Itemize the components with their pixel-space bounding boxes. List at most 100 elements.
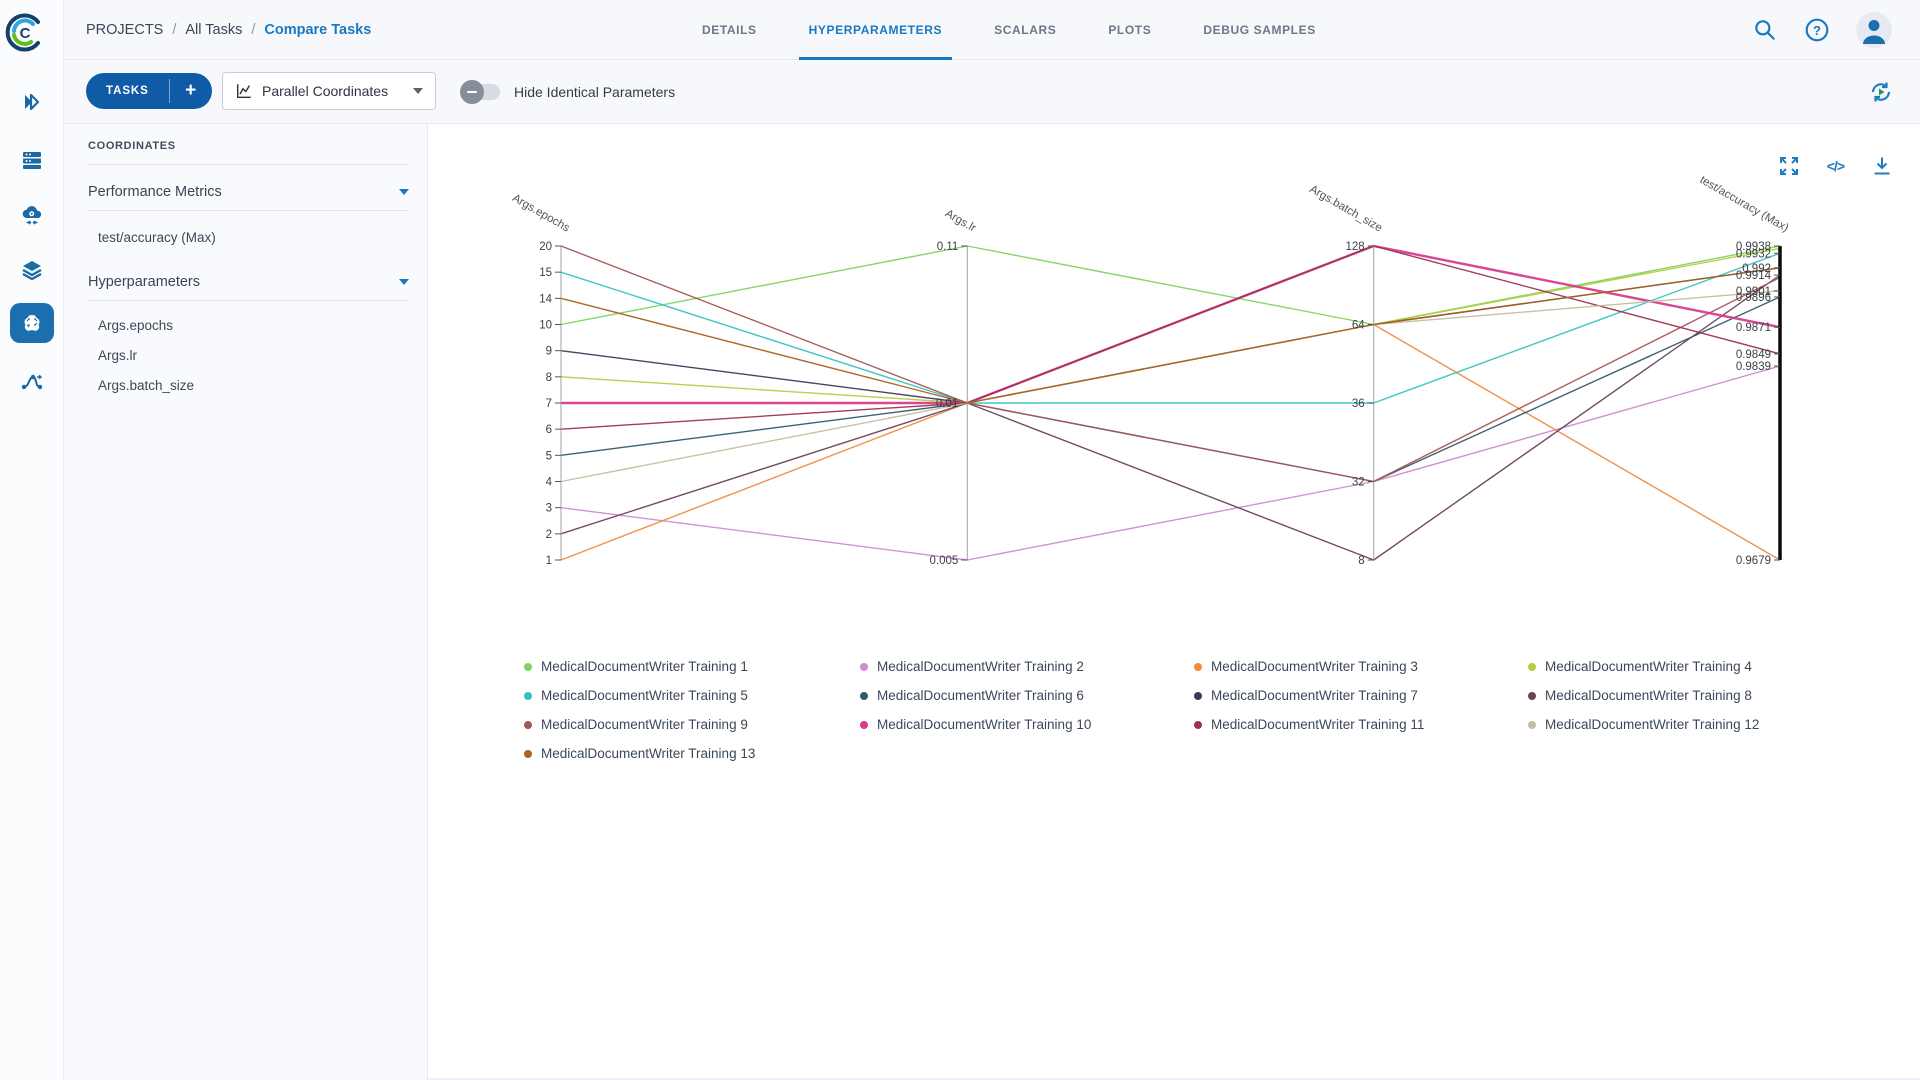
user-icon bbox=[1856, 12, 1892, 48]
axis-tick-label: 14 bbox=[539, 293, 552, 305]
search-icon[interactable] bbox=[1752, 17, 1778, 43]
breadcrumb-separator: / bbox=[251, 22, 255, 38]
legend-item[interactable]: MedicalDocumentWriter Training 4 bbox=[1528, 652, 1894, 681]
legend-item[interactable]: MedicalDocumentWriter Training 3 bbox=[1194, 652, 1528, 681]
legend-item[interactable]: MedicalDocumentWriter Training 1 bbox=[524, 652, 860, 681]
embed-code-icon[interactable]: </> bbox=[1827, 154, 1844, 178]
legend-item[interactable]: MedicalDocumentWriter Training 8 bbox=[1528, 681, 1894, 710]
legend-color-dot bbox=[1528, 692, 1536, 700]
section-label: Performance Metrics bbox=[88, 184, 222, 200]
series-line[interactable] bbox=[561, 291, 1780, 482]
rail-item-queues[interactable] bbox=[0, 138, 64, 182]
view-type-dropdown[interactable]: Parallel Coordinates bbox=[222, 72, 436, 110]
coordinate-item-args-epochs[interactable]: Args.epochs bbox=[98, 318, 173, 333]
legend-item[interactable]: MedicalDocumentWriter Training 11 bbox=[1194, 710, 1528, 739]
maximize-icon[interactable] bbox=[1777, 154, 1801, 178]
tab-bar: DETAILS HYPERPARAMETERS SCALARS PLOTS DEBUG … bbox=[700, 0, 1318, 60]
tab-plots[interactable]: PLOTS bbox=[1106, 0, 1153, 60]
axis-tick-label: 0.9932 bbox=[1736, 248, 1771, 260]
auto-refresh-icon[interactable] bbox=[1866, 77, 1896, 107]
divider bbox=[88, 164, 409, 165]
chart-area: 20151410987654321Args.epochs0.110.010.00… bbox=[428, 124, 1920, 1080]
brain-icon bbox=[20, 311, 44, 335]
toolbar: TASKS + Parallel Coordinates Hide Identi… bbox=[64, 60, 1920, 124]
legend-item[interactable]: MedicalDocumentWriter Training 7 bbox=[1194, 681, 1528, 710]
download-icon[interactable] bbox=[1870, 154, 1894, 178]
series-line[interactable] bbox=[561, 268, 1780, 403]
legend-item[interactable]: MedicalDocumentWriter Training 12 bbox=[1528, 710, 1894, 739]
chart-legend: MedicalDocumentWriter Training 1MedicalD… bbox=[524, 652, 1894, 768]
hide-identical-toggle[interactable] bbox=[462, 84, 500, 100]
legend-color-dot bbox=[524, 750, 532, 758]
legend-item[interactable]: MedicalDocumentWriter Training 10 bbox=[860, 710, 1194, 739]
axis-tick-label: 10 bbox=[539, 320, 552, 332]
legend-item[interactable]: MedicalDocumentWriter Training 5 bbox=[524, 681, 860, 710]
help-icon[interactable]: ? bbox=[1804, 17, 1830, 43]
coordinates-panel-title: COORDINATES bbox=[88, 140, 176, 152]
axis-tick-label: 0.9839 bbox=[1736, 361, 1771, 373]
tasks-button[interactable]: TASKS bbox=[86, 73, 169, 109]
breadcrumb-separator: / bbox=[172, 22, 176, 38]
double-chevron-icon bbox=[20, 90, 44, 114]
axis-tick-label: 15 bbox=[539, 267, 552, 279]
clearml-logo-icon[interactable]: C bbox=[5, 12, 45, 52]
svg-text:?: ? bbox=[1813, 23, 1821, 38]
legend-color-dot bbox=[1194, 692, 1202, 700]
rail-item-pipelines[interactable] bbox=[0, 360, 64, 404]
legend-item[interactable]: MedicalDocumentWriter Training 6 bbox=[860, 681, 1194, 710]
section-label: Hyperparameters bbox=[88, 274, 200, 290]
axis-tick-label: 20 bbox=[539, 241, 552, 253]
divider bbox=[88, 300, 409, 301]
tab-hyperparameters[interactable]: HYPERPARAMETERS bbox=[807, 0, 944, 60]
tab-debug-samples[interactable]: DEBUG SAMPLES bbox=[1201, 0, 1317, 60]
axis-tick-label: 9 bbox=[546, 346, 552, 358]
legend-label: MedicalDocumentWriter Training 9 bbox=[541, 717, 748, 732]
breadcrumb-compare-tasks[interactable]: Compare Tasks bbox=[264, 22, 371, 38]
coordinate-item-args-batch-size[interactable]: Args.batch_size bbox=[98, 378, 194, 393]
legend-label: MedicalDocumentWriter Training 8 bbox=[1545, 688, 1752, 703]
section-performance-metrics[interactable]: Performance Metrics bbox=[88, 181, 409, 203]
axis-tick-label: 4 bbox=[546, 477, 553, 489]
series-line[interactable] bbox=[561, 366, 1780, 560]
coordinate-item-test-accuracy-max-[interactable]: test/accuracy (Max) bbox=[98, 230, 216, 245]
legend-label: MedicalDocumentWriter Training 6 bbox=[877, 688, 1084, 703]
rail-item-datasets[interactable] bbox=[0, 248, 64, 292]
legend-label: MedicalDocumentWriter Training 4 bbox=[1545, 659, 1752, 674]
legend-color-dot bbox=[1528, 663, 1536, 671]
chart-corner-icons: </> bbox=[1777, 154, 1894, 178]
tab-details[interactable]: DETAILS bbox=[700, 0, 759, 60]
view-type-value: Parallel Coordinates bbox=[262, 83, 388, 99]
legend-color-dot bbox=[524, 663, 532, 671]
app-root: C bbox=[0, 0, 1920, 1080]
axis-tick-label: 3 bbox=[546, 503, 552, 515]
rail-item-workers[interactable] bbox=[0, 194, 64, 238]
legend-color-dot bbox=[860, 663, 868, 671]
rail-item-projects-active[interactable] bbox=[0, 301, 64, 345]
axis-title: test/accuracy (Max) bbox=[1698, 174, 1791, 235]
chevron-down-icon bbox=[399, 189, 409, 195]
queues-servers-icon bbox=[20, 148, 44, 172]
axis-tick-label: 8 bbox=[546, 372, 552, 384]
tab-scalars[interactable]: SCALARS bbox=[992, 0, 1058, 60]
axis-tick-label: 64 bbox=[1352, 320, 1365, 332]
breadcrumb-projects[interactable]: PROJECTS bbox=[86, 22, 163, 38]
section-hyperparameters[interactable]: Hyperparameters bbox=[88, 271, 409, 293]
axis-tick-label: 5 bbox=[546, 450, 552, 462]
breadcrumb-all-tasks[interactable]: All Tasks bbox=[185, 22, 242, 38]
add-task-button[interactable]: + bbox=[170, 73, 212, 109]
rail-item-double-chevron[interactable] bbox=[0, 80, 64, 124]
legend-item[interactable]: MedicalDocumentWriter Training 13 bbox=[524, 739, 860, 768]
coordinates-panel: COORDINATES Performance Metrics test/acc… bbox=[64, 124, 428, 1080]
coordinate-item-args-lr[interactable]: Args.lr bbox=[98, 348, 137, 363]
user-avatar[interactable] bbox=[1856, 12, 1892, 48]
legend-item[interactable]: MedicalDocumentWriter Training 9 bbox=[524, 710, 860, 739]
series-line[interactable] bbox=[561, 246, 1780, 429]
axis-tick-label: 0.9896 bbox=[1736, 292, 1771, 304]
legend-color-dot bbox=[1194, 721, 1202, 729]
axis-tick-label: 0.9871 bbox=[1736, 322, 1771, 334]
legend-item[interactable]: MedicalDocumentWriter Training 2 bbox=[860, 652, 1194, 681]
legend-label: MedicalDocumentWriter Training 11 bbox=[1211, 717, 1424, 732]
series-line[interactable] bbox=[561, 246, 1780, 325]
series-line[interactable] bbox=[561, 268, 1780, 403]
axis-tick-label: 36 bbox=[1352, 398, 1365, 410]
